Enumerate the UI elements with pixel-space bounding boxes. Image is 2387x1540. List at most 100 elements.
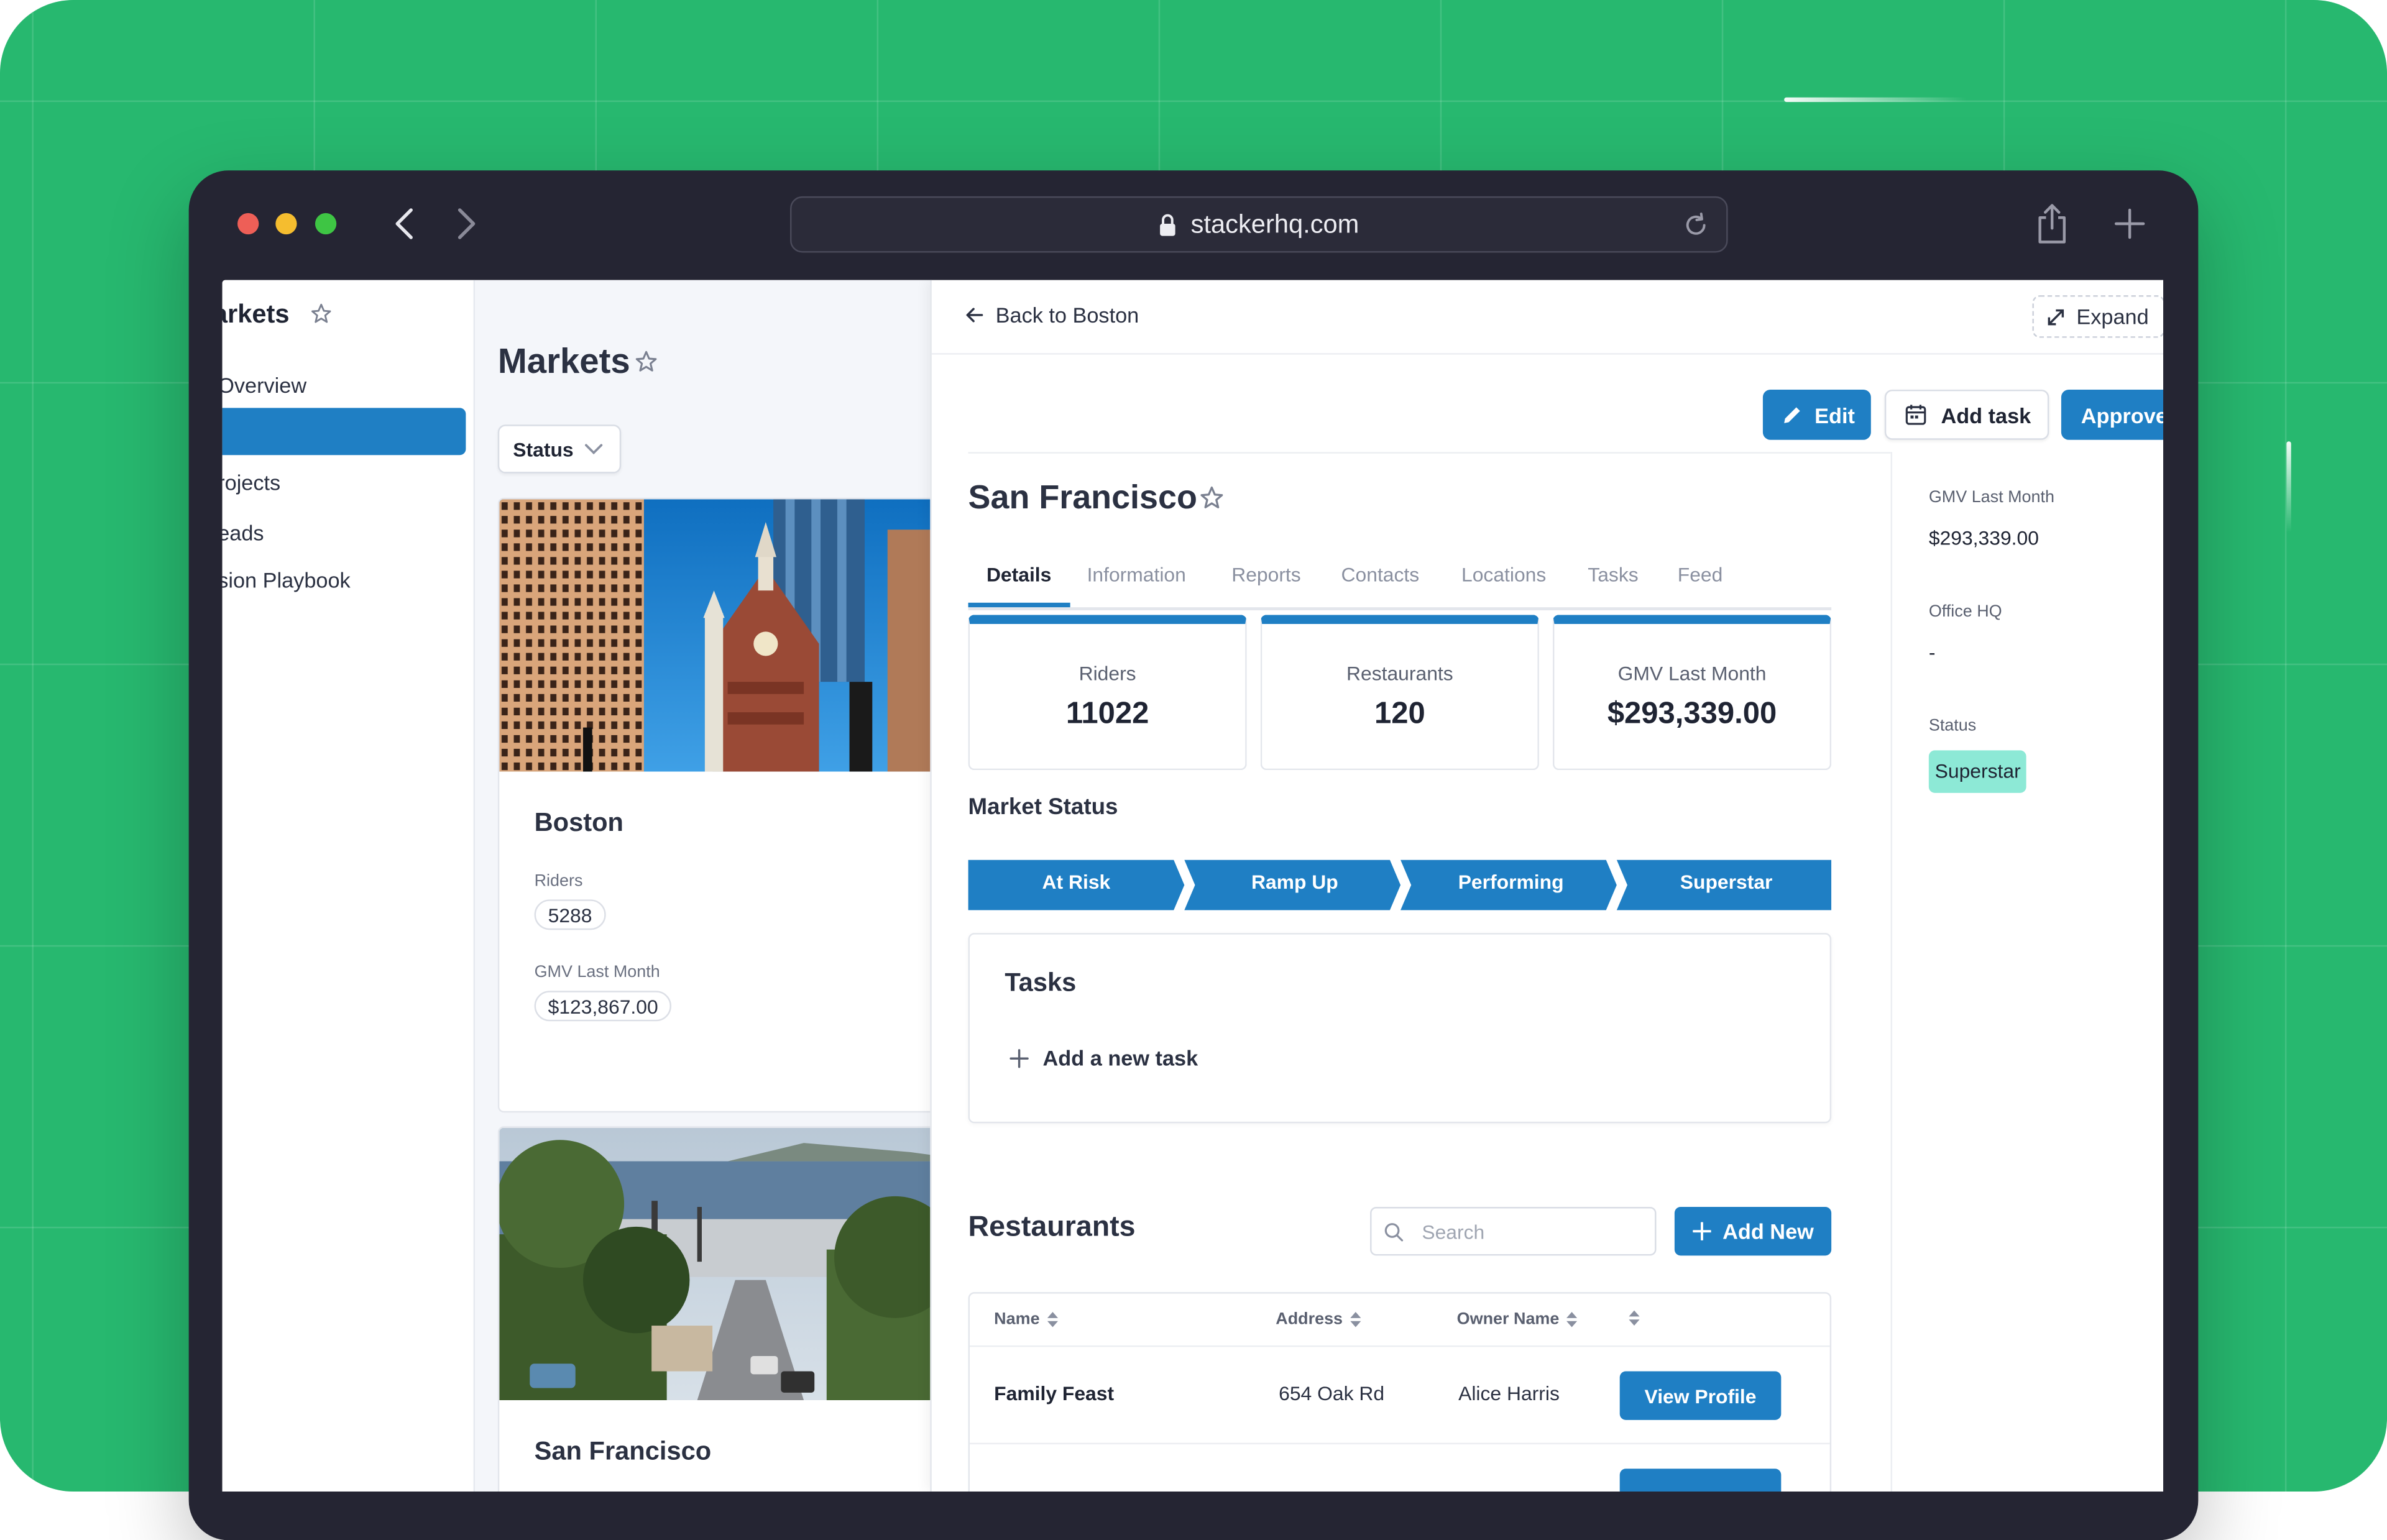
tab-tasks[interactable]: Tasks [1588, 563, 1638, 586]
market-card-san-francisco[interactable]: San Francisco [497, 1126, 958, 1492]
row-divider [970, 1442, 1830, 1445]
expand-button[interactable]: Expand [2032, 295, 2164, 338]
sort-icon [1566, 1312, 1578, 1327]
sidebar-item-active[interactable] [222, 408, 466, 456]
light-streak [1784, 97, 1967, 103]
sidebar-title: arkets [223, 300, 290, 329]
status-filter-button[interactable]: Status [497, 424, 622, 474]
forward-arrow-icon[interactable] [451, 207, 481, 241]
detail-topbar: Back to Boston Expand [931, 280, 2164, 355]
divider-vertical [1890, 452, 1893, 1492]
tab-details[interactable]: Details [987, 563, 1051, 586]
back-link[interactable]: Back to Boston [965, 303, 1139, 328]
back-label: Back to Boston [995, 303, 1139, 328]
row-divider [970, 1345, 1830, 1347]
field-label-gmv: GMV Last Month [1928, 488, 2055, 507]
star-icon[interactable] [635, 350, 658, 373]
gmv-value: $123,867.00 [534, 991, 672, 1022]
minimize-window-button[interactable] [275, 213, 297, 235]
plus-icon [1010, 1048, 1029, 1068]
stat-value: $293,339.00 [1607, 697, 1777, 731]
search-icon [1384, 1222, 1404, 1241]
divider [968, 452, 1891, 454]
tasks-card: Tasks Add a new task [968, 933, 1832, 1124]
boston-photo [499, 499, 956, 772]
reload-icon[interactable] [1681, 210, 1711, 241]
plus-icon [1692, 1222, 1711, 1240]
san-francisco-photo [499, 1127, 956, 1401]
share-icon[interactable] [2035, 203, 2069, 245]
edit-label: Edit [1814, 402, 1855, 427]
tab-reports[interactable]: Reports [1231, 563, 1301, 586]
markets-title: Markets [497, 341, 630, 381]
chevron-down-icon [584, 444, 602, 455]
new-tab-icon[interactable] [2114, 208, 2145, 239]
star-icon[interactable] [1200, 485, 1224, 510]
market-detail-panel: Back to Boston Expand Edit Add task Appr… [930, 280, 2164, 1492]
column-header-name[interactable]: Name [994, 1311, 1058, 1329]
column-header-label: Name [994, 1310, 1040, 1329]
column-header-address[interactable]: Address [1276, 1311, 1361, 1329]
riders-value: 5288 [534, 899, 606, 930]
add-new-task-link[interactable]: Add a new task [1010, 1045, 1198, 1070]
maximize-window-button[interactable] [315, 213, 337, 235]
market-name: San Francisco [534, 1436, 712, 1466]
column-header-label: Address [1276, 1310, 1343, 1329]
close-window-button[interactable] [237, 213, 259, 235]
sidebar-item-projects[interactable]: rojects [223, 470, 281, 495]
pencil-icon [1784, 406, 1800, 423]
back-arrow-icon[interactable] [390, 207, 420, 241]
column-header-owner-name[interactable]: Owner Name [1457, 1311, 1578, 1329]
tab-feed[interactable]: Feed [1678, 563, 1723, 586]
view-profile-label: View Profile [1644, 1384, 1757, 1408]
search-input[interactable] [1419, 1218, 1639, 1245]
edit-button[interactable]: Edit [1762, 389, 1871, 440]
market-card-boston[interactable]: Boston Riders 5288 GMV Last Month $123,8… [497, 497, 958, 1113]
add-task-label: Add task [1941, 402, 2031, 427]
light-streak-vertical [2286, 441, 2291, 533]
stage-label: Performing [1458, 870, 1564, 894]
stat-value: 120 [1374, 697, 1425, 731]
view-profile-button[interactable] [1619, 1469, 1782, 1492]
sidebar-item-leads[interactable]: eads [223, 521, 264, 545]
approve-label: Approve [2081, 402, 2164, 427]
markets-list: Markets Status Boston Riders 5288 GMV La… [475, 280, 958, 1492]
gmv-label: GMV Last Month [534, 963, 660, 982]
add-new-label: Add New [1722, 1219, 1814, 1244]
stat-label: Riders [1079, 662, 1136, 685]
sidebar-item-overview[interactable]: Overview [223, 373, 307, 397]
market-status-title: Market Status [968, 794, 1118, 821]
column-header-actions[interactable] [1621, 1310, 1640, 1326]
status-filter-label: Status [513, 438, 574, 461]
approve-button[interactable]: Approve [2061, 389, 2164, 440]
add-new-button[interactable]: Add New [1674, 1207, 1832, 1256]
sort-icon [1350, 1312, 1361, 1327]
tab-locations[interactable]: Locations [1461, 563, 1546, 586]
cell-name: Family Feast [994, 1382, 1115, 1405]
active-tab-indicator [968, 602, 1070, 608]
view-profile-button[interactable]: View Profile [1619, 1371, 1782, 1420]
cell-address: 654 Oak Rd [1279, 1382, 1385, 1405]
arrow-left-icon [966, 308, 983, 323]
restaurants-table: Name Address Owner Name Family Feast 654… [968, 1292, 1832, 1492]
lock-icon [1160, 213, 1176, 236]
stat-card-riders: Riders 11022 [968, 615, 1247, 771]
add-task-button[interactable]: Add task [1884, 389, 2049, 440]
search-field[interactable] [1370, 1207, 1657, 1256]
stat-card-restaurants: Restaurants 120 [1260, 615, 1539, 771]
field-value-gmv: $293,339.00 [1928, 526, 2039, 550]
tasks-title: Tasks [1005, 968, 1077, 997]
tab-contacts[interactable]: Contacts [1341, 563, 1420, 586]
stage-label: Ramp Up [1251, 870, 1338, 894]
sidebar-item-playbook[interactable]: sion Playbook [223, 567, 351, 592]
address-bar[interactable]: stackerhq.com [790, 196, 1728, 253]
record-title: San Francisco [968, 477, 1197, 516]
detail-tabs: Details Information Reports Contacts Loc… [968, 559, 1832, 611]
riders-label: Riders [534, 872, 583, 891]
column-header-label: Owner Name [1456, 1310, 1560, 1329]
stat-card-gmv: GMV Last Month $293,339.00 [1552, 615, 1832, 771]
calendar-icon [1905, 405, 1926, 425]
market-name: Boston [534, 808, 623, 837]
star-icon[interactable] [311, 303, 332, 324]
tab-information[interactable]: Information [1087, 563, 1186, 586]
